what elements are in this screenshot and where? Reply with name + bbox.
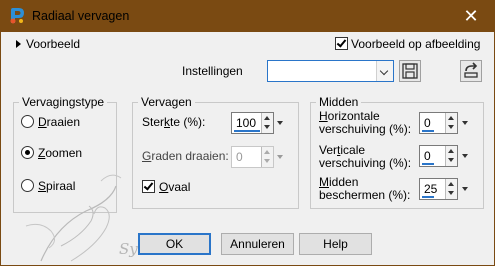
spin-down-icon xyxy=(264,159,270,163)
preview-toggle[interactable]: Voorbeeld xyxy=(16,37,80,51)
spin-up-icon xyxy=(264,150,270,154)
horizontal-offset-spinbox[interactable]: 0 xyxy=(419,112,458,134)
help-button[interactable]: Help xyxy=(299,233,372,255)
accelerator-key: S xyxy=(38,179,47,193)
accelerator-key: G xyxy=(142,149,152,163)
spin-down-icon[interactable] xyxy=(448,158,454,162)
label-part: beschermen (%): xyxy=(319,188,411,202)
spin-up-icon[interactable] xyxy=(448,149,454,153)
spin-up-icon[interactable] xyxy=(448,116,454,120)
accelerator-key: M xyxy=(319,175,329,189)
spin-down-icon[interactable] xyxy=(264,125,270,129)
label-part: Ver xyxy=(319,143,338,157)
twist-label: Graden draaien: xyxy=(142,149,229,163)
vertical-dropdown-button[interactable] xyxy=(461,146,470,166)
label-part: verschuiving (%): xyxy=(319,122,412,136)
protect-level-bar xyxy=(422,196,434,198)
vertical-level-bar xyxy=(422,163,434,165)
label-part: Ster xyxy=(142,115,165,129)
label-part: idden xyxy=(329,175,359,189)
preview-on-image-checkbox[interactable] xyxy=(335,37,348,50)
ellipse-label: Ovaal xyxy=(159,180,190,194)
reset-defaults-button[interactable] xyxy=(460,60,482,82)
label-part: vaal xyxy=(168,180,191,194)
center-title: Midden xyxy=(316,95,362,109)
settings-combobox[interactable] xyxy=(267,60,394,82)
radio-selected-dot xyxy=(25,150,30,155)
center-protect-label: Midden beschermen (%): xyxy=(319,176,410,202)
close-icon: ✕ xyxy=(463,6,479,26)
horizontal-level-bar xyxy=(422,130,434,132)
window-title: Radiaal vervagen xyxy=(32,9,130,23)
accelerator-key: D xyxy=(38,115,47,129)
ellipse-checkbox[interactable] xyxy=(142,180,155,193)
horizontal-offset-value: 0 xyxy=(424,116,431,130)
preview-toggle-label: Voorbeeld xyxy=(26,37,81,51)
radial-blur-dialog: Radiaal vervagen ✕ Voorbeeld Voorbeeld o… xyxy=(0,0,495,266)
strength-spin-buttons[interactable] xyxy=(261,113,273,133)
protect-dropdown-button[interactable] xyxy=(461,179,470,199)
accelerator-key: H xyxy=(319,109,328,123)
chevron-down-icon[interactable] xyxy=(376,61,393,81)
reset-arrow-icon xyxy=(464,62,478,78)
horizontal-dropdown-button[interactable] xyxy=(461,113,470,133)
spin-up-icon[interactable] xyxy=(448,182,454,186)
ok-button[interactable]: OK xyxy=(138,233,211,255)
radio-spiral[interactable] xyxy=(21,179,34,192)
strength-value: 100 xyxy=(236,116,257,130)
title-bar[interactable]: Radiaal vervagen ✕ xyxy=(1,1,494,32)
spin-down-icon[interactable] xyxy=(448,125,454,129)
vertical-offset-value: 0 xyxy=(424,149,431,163)
radio-zoom[interactable] xyxy=(21,146,34,159)
center-protect-value: 25 xyxy=(424,182,438,196)
preview-on-image-label: Voorbeeld op afbeelding xyxy=(351,37,481,51)
strength-dropdown-button[interactable] xyxy=(276,113,285,133)
cancel-button[interactable]: Annuleren xyxy=(221,233,294,255)
vertical-offset-label: Verticale verschuiving (%): xyxy=(319,144,411,170)
checkmark-icon xyxy=(336,37,347,48)
label-part: verschuiving (%): xyxy=(319,156,412,170)
twist-spin-buttons xyxy=(261,147,273,167)
horizontal-spin-buttons[interactable] xyxy=(445,113,457,133)
label-part: oomen xyxy=(45,146,83,160)
label-part: raden draaien: xyxy=(151,149,229,163)
protect-spin-buttons[interactable] xyxy=(445,179,457,199)
settings-label: Instellingen xyxy=(182,64,243,78)
blur-title: Vervagen xyxy=(138,95,195,109)
expand-triangle-icon xyxy=(16,40,21,48)
center-protect-spinbox[interactable]: 25 xyxy=(419,178,458,200)
strength-label: Sterkte (%): xyxy=(142,115,205,129)
strength-spinbox[interactable]: 100 xyxy=(231,112,274,134)
save-preset-button[interactable] xyxy=(399,60,421,82)
twist-dropdown-button xyxy=(276,147,285,167)
twist-value: 0 xyxy=(236,150,243,164)
label-part: icale xyxy=(340,143,366,157)
checkmark-icon xyxy=(143,180,154,191)
floppy-disk-icon xyxy=(402,63,418,79)
label-part: piraal xyxy=(46,179,76,193)
label-part: raaien xyxy=(46,115,81,129)
accelerator-key: O xyxy=(159,180,169,194)
spin-up-icon[interactable] xyxy=(264,116,270,120)
app-icon xyxy=(10,8,24,24)
horizontal-offset-label: Horizontale verschuiving (%): xyxy=(319,110,411,136)
strength-level-bar xyxy=(234,130,260,132)
radio-rotate[interactable] xyxy=(21,115,34,128)
vertical-spin-buttons[interactable] xyxy=(445,146,457,166)
radio-zoom-label: Zoomen xyxy=(38,146,82,160)
label-part: te (%): xyxy=(170,115,206,129)
radio-spiral-label: Spiraal xyxy=(38,179,75,193)
radio-rotate-label: Draaien xyxy=(38,115,80,129)
label-part: orizontale xyxy=(327,109,380,123)
blur-type-title: Vervagingstype xyxy=(19,95,108,109)
close-button[interactable]: ✕ xyxy=(448,1,494,32)
twist-spinbox: 0 xyxy=(231,146,274,168)
spin-down-icon[interactable] xyxy=(448,191,454,195)
vertical-offset-spinbox[interactable]: 0 xyxy=(419,145,458,167)
